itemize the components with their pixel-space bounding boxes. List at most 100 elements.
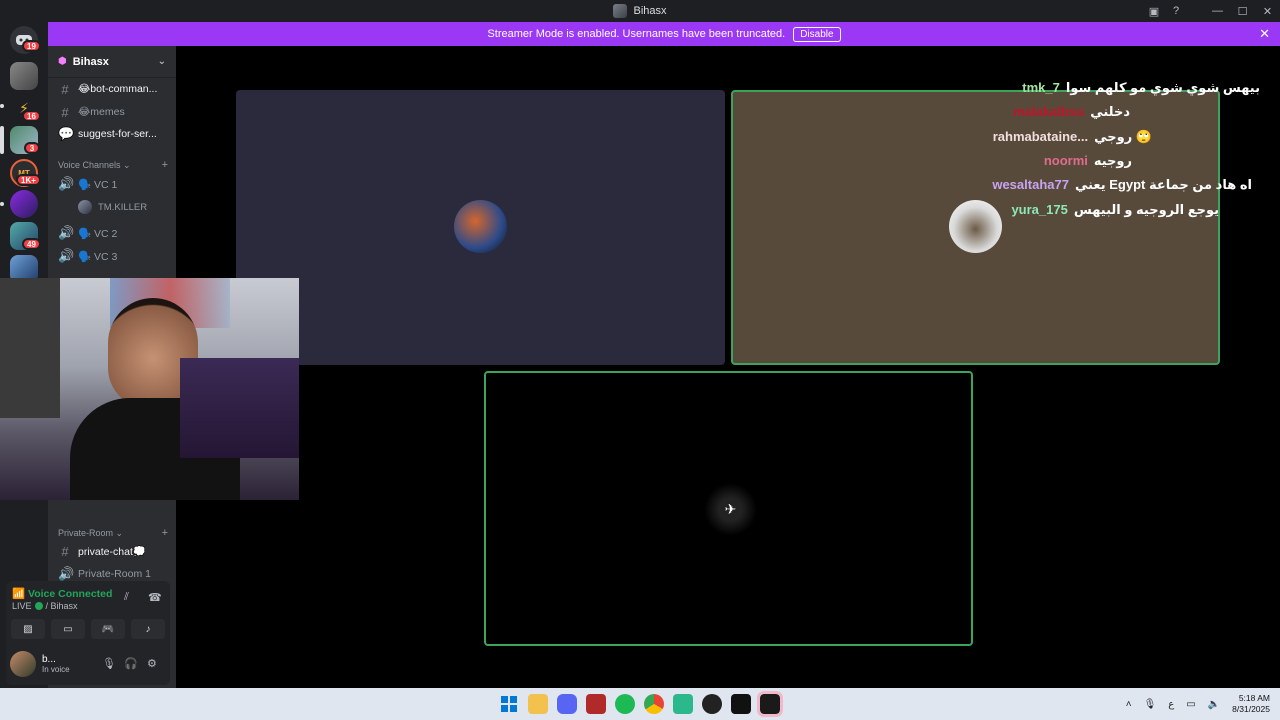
participant-avatar xyxy=(454,200,507,253)
category-private-room[interactable]: Private-Room ⌄ + xyxy=(58,527,168,539)
chat-user: wesaltaha77 xyxy=(992,177,1069,192)
speaker-icon: 🔊 xyxy=(58,176,75,191)
banner-text: Streamer Mode is enabled. Usernames have… xyxy=(487,28,786,40)
chat-text: دخلني xyxy=(1090,104,1130,119)
minimize-button[interactable]: — xyxy=(1205,0,1230,22)
channel-label: suggest-for-ser... xyxy=(78,128,157,140)
channel-suggest[interactable]: 💬 suggest-for-ser... xyxy=(48,124,176,144)
unread-pill-2 xyxy=(0,202,4,206)
activities-button[interactable]: 🎮 xyxy=(91,619,125,639)
chat-text: روجيه xyxy=(1093,153,1132,168)
chevron-up-icon[interactable]: ˄ xyxy=(1126,699,1132,710)
chat-text: بيهس شوي شوي مو كلهم سوا xyxy=(1065,80,1260,95)
spotify-icon[interactable] xyxy=(615,694,635,714)
mic-tray-icon[interactable]: 🎙 xyxy=(1144,699,1157,710)
chrome-icon[interactable] xyxy=(644,694,664,714)
server-header[interactable]: ⬢ Bihasx ⌄ xyxy=(48,46,176,78)
server-avatar-icon xyxy=(613,4,628,18)
voice-channel-vc1[interactable]: 🔊 🗣️ VC 1 xyxy=(48,174,176,194)
speaker-icon: 🔊 xyxy=(58,225,75,240)
close-window-button[interactable]: ✕ xyxy=(1255,0,1280,22)
mic-icon[interactable]: 🎙 xyxy=(102,657,116,670)
file-explorer-icon[interactable] xyxy=(528,694,548,714)
disable-streamer-button[interactable]: Disable xyxy=(793,26,841,42)
terminal-icon[interactable] xyxy=(731,694,751,714)
clock[interactable]: 5:18 AM 8/31/2025 xyxy=(1232,693,1270,715)
streamer-mode-banner: Streamer Mode is enabled. Usernames have… xyxy=(48,22,1280,46)
chevron-down-icon: ⌄ xyxy=(157,56,166,67)
app-icon-green[interactable] xyxy=(673,694,693,714)
server-badge-3: 3 xyxy=(24,142,40,154)
channel-private-chat[interactable]: # private-chat💭 xyxy=(48,541,176,561)
close-banner-icon[interactable]: ✕ xyxy=(1259,26,1270,42)
epic-games-icon[interactable] xyxy=(757,691,783,717)
chat-user: yura_175 xyxy=(1011,202,1068,217)
chat-user: noormi xyxy=(1043,153,1088,168)
screen-share-button[interactable]: ▭ xyxy=(51,619,85,639)
participant-tile-3-speaking[interactable]: ✈ xyxy=(484,371,973,646)
language-indicator[interactable]: ع xyxy=(1168,699,1174,710)
inbox-icon[interactable]: ▣ xyxy=(1143,0,1165,22)
voice-user-name: TM.KILLER xyxy=(98,201,148,213)
avatar[interactable] xyxy=(10,651,36,677)
live-label: LIVE xyxy=(12,601,32,611)
participant-tile-1[interactable] xyxy=(236,90,725,365)
voice-channel-vc2[interactable]: 🔊 🗣️ VC 2 xyxy=(48,223,176,243)
voice-user[interactable]: TM.KILLER xyxy=(78,200,147,214)
server-icon-5[interactable] xyxy=(10,190,38,218)
voicemeeter-icon[interactable] xyxy=(586,694,606,714)
help-icon[interactable]: ? xyxy=(1165,0,1187,22)
webcam-overlay xyxy=(0,278,299,500)
add-channel-icon[interactable]: + xyxy=(162,527,168,539)
live-indicator: LIVE / Bihasx xyxy=(12,601,78,611)
window-title: Bihasx xyxy=(613,4,667,18)
category-voice-channels[interactable]: Voice Channels ⌄ + xyxy=(58,159,168,171)
channel-label: 🗣️ VC 3 xyxy=(78,250,118,263)
maximize-button[interactable]: ☐ xyxy=(1230,0,1255,22)
camera-off-button[interactable]: ▨ xyxy=(11,619,45,639)
server-name: Bihasx xyxy=(72,55,109,68)
hash-icon: # xyxy=(61,104,69,120)
clock-date: 8/31/2025 xyxy=(1232,704,1270,714)
windows-taskbar: ˄ 🎙 ع ▭ 🔈 5:18 AM 8/31/2025 xyxy=(0,688,1280,720)
chat-message: malakalbsu دخلني xyxy=(1013,104,1130,120)
noise-suppression-icon[interactable]: ⫽ xyxy=(124,591,129,604)
voice-status[interactable]: 📶 Voice Connected xyxy=(12,587,112,600)
live-dot-icon xyxy=(34,602,43,610)
title-bar: Bihasx ▣ ? — ☐ ✕ xyxy=(0,0,1280,22)
participant-avatar: ✈ xyxy=(704,483,757,536)
network-icon[interactable]: ▭ xyxy=(1186,699,1195,710)
category-label: Voice Channels ⌄ xyxy=(58,159,131,170)
user-status: In voice xyxy=(42,665,70,674)
disconnect-icon[interactable]: ☎ xyxy=(148,591,162,604)
system-tray: ˄ 🎙 ع ▭ 🔈 5:18 AM 8/31/2025 xyxy=(1126,688,1280,720)
selected-pill xyxy=(0,126,4,154)
server-badge-4: 1K+ xyxy=(16,174,41,186)
channel-label: private-chat💭 xyxy=(78,545,146,558)
soundboard-button[interactable]: ♪ xyxy=(131,619,165,639)
headphones-icon[interactable]: 🎧 xyxy=(124,657,138,670)
volume-icon[interactable]: 🔈 xyxy=(1208,699,1220,710)
start-button[interactable] xyxy=(499,694,519,714)
server-icon-1[interactable] xyxy=(10,62,38,90)
speaker-icon: 🔊 xyxy=(58,248,75,263)
forum-icon: 💬 xyxy=(58,126,75,141)
signal-icon: 📶 xyxy=(12,588,26,600)
add-channel-icon[interactable]: + xyxy=(162,159,168,171)
discord-taskbar-icon[interactable] xyxy=(557,694,577,714)
channel-label: 😂bot-comman... xyxy=(78,83,158,95)
obs-icon[interactable] xyxy=(702,694,722,714)
channel-label: 🗣️ VC 1 xyxy=(78,178,118,191)
voice-channel-vc3[interactable]: 🔊 🗣️ VC 3 xyxy=(48,246,176,266)
channel-label: 🗣️ VC 2 xyxy=(78,227,118,240)
channel-memes[interactable]: # 😂memes xyxy=(48,102,176,122)
voice-status-text: Voice Connected xyxy=(28,588,113,600)
chat-message: yura_175 يوجع الروجيه و البيهس xyxy=(1011,202,1219,218)
channel-label: 😂memes xyxy=(78,106,125,118)
chat-user: rahmabataine... xyxy=(992,129,1089,144)
channel-bot-commands[interactable]: # 😂bot-comman... xyxy=(48,79,176,99)
hash-icon: # xyxy=(61,81,69,97)
voice-channel-name: / Bihasx xyxy=(45,601,78,611)
gear-icon[interactable]: ⚙ xyxy=(147,657,157,670)
chat-message: wesaltaha77 يعني Egypt اه هاد من جماعة xyxy=(992,177,1252,193)
